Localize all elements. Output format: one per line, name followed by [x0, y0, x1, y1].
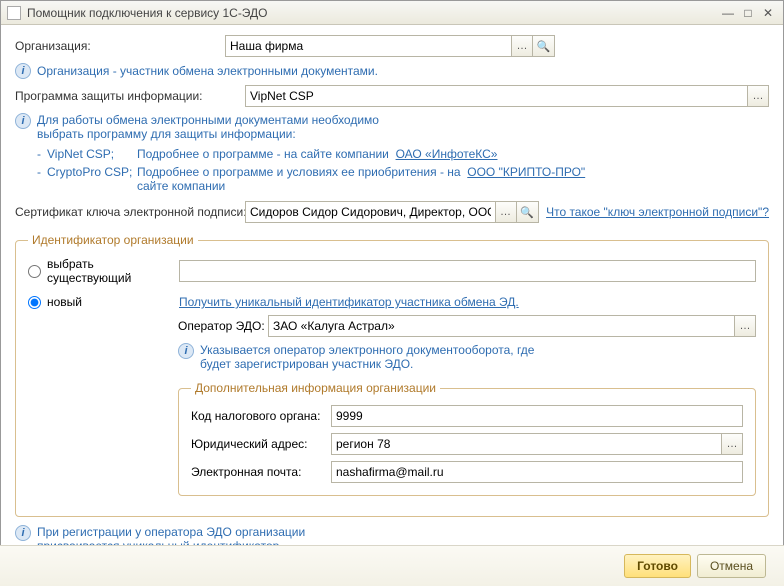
tax-code-label: Код налогового органа:: [191, 409, 331, 423]
crypto-select-button[interactable]: …: [747, 85, 769, 107]
app-icon: [7, 6, 21, 20]
maximize-button[interactable]: □: [739, 5, 757, 21]
cert-select-button[interactable]: …: [495, 201, 517, 223]
radio-existing[interactable]: [28, 265, 41, 278]
cryptopro-link[interactable]: ООО "КРИПТО-ПРО": [467, 165, 585, 179]
legal-address-select-button[interactable]: …: [721, 433, 743, 455]
cancel-button[interactable]: Отмена: [697, 554, 766, 578]
crypto-input[interactable]: [245, 85, 747, 107]
crypto-item2-name: CryptoPro CSP;: [47, 165, 137, 193]
organization-select-button[interactable]: …: [511, 35, 533, 57]
email-input[interactable]: [331, 461, 743, 483]
crypto-note-2: выбрать программу для защиты информации:: [37, 127, 379, 141]
organization-note: Организация - участник обмена электронны…: [37, 64, 378, 78]
crypto-note-1: Для работы обмена электронными документа…: [37, 113, 379, 127]
additional-info-legend: Дополнительная информация организации: [191, 381, 440, 395]
cert-help-link[interactable]: Что такое "ключ электронной подписи"?: [546, 205, 769, 219]
cert-search-button[interactable]: 🔍: [517, 201, 539, 223]
operator-input[interactable]: [268, 315, 734, 337]
cert-input[interactable]: [245, 201, 495, 223]
radio-new[interactable]: [28, 296, 41, 309]
email-label: Электронная почта:: [191, 465, 331, 479]
legal-address-input[interactable]: [331, 433, 721, 455]
additional-info-groupbox: Дополнительная информация организации Ко…: [178, 381, 756, 496]
crypto-item1-name: VipNet CSP;: [47, 147, 137, 161]
legal-address-label: Юридический адрес:: [191, 437, 331, 451]
reg-note-1: При регистрации у оператора ЭДО организа…: [37, 525, 305, 539]
get-id-link[interactable]: Получить уникальный идентификатор участн…: [179, 295, 519, 309]
operator-select-button[interactable]: …: [734, 315, 756, 337]
info-icon: i: [15, 113, 31, 129]
crypto-item1-desc: Подробнее о программе - на сайте компани…: [137, 147, 389, 161]
info-icon: i: [15, 525, 31, 541]
info-icon: i: [15, 63, 31, 79]
cert-label: Сертификат ключа электронной подписи:: [15, 205, 245, 219]
existing-id-input[interactable]: [179, 260, 756, 282]
crypto-label: Программа защиты информации:: [15, 89, 245, 103]
info-icon: i: [178, 343, 194, 359]
organization-search-button[interactable]: 🔍: [533, 35, 555, 57]
identifier-legend: Идентификатор организации: [28, 233, 198, 247]
identifier-groupbox: Идентификатор организации выбрать сущест…: [15, 233, 769, 517]
search-icon: 🔍: [537, 40, 551, 53]
operator-note-1: Указывается оператор электронного докуме…: [200, 343, 534, 357]
window-titlebar: Помощник подключения к сервису 1С-ЭДО — …: [1, 1, 783, 25]
window-title: Помощник подключения к сервису 1С-ЭДО: [27, 6, 717, 20]
ok-button[interactable]: Готово: [624, 554, 691, 578]
infotecs-link[interactable]: ОАО «ИнфотеКС»: [396, 147, 498, 161]
radio-existing-label: выбрать существующий: [47, 257, 179, 285]
tax-code-input[interactable]: [331, 405, 743, 427]
search-icon: 🔍: [520, 206, 534, 219]
operator-note-2: будет зарегистрирован участник ЭДО.: [200, 357, 534, 371]
footer: Готово Отмена: [0, 545, 784, 586]
minimize-button[interactable]: —: [719, 5, 737, 21]
organization-input[interactable]: [225, 35, 511, 57]
radio-new-label: новый: [47, 295, 179, 309]
crypto-item2-cont: сайте компании: [137, 179, 225, 193]
operator-label: Оператор ЭДО:: [178, 319, 268, 333]
crypto-item2-desc: Подробнее о программе и условиях ее прио…: [137, 165, 461, 179]
organization-label: Организация:: [15, 39, 225, 53]
close-button[interactable]: ✕: [759, 5, 777, 21]
